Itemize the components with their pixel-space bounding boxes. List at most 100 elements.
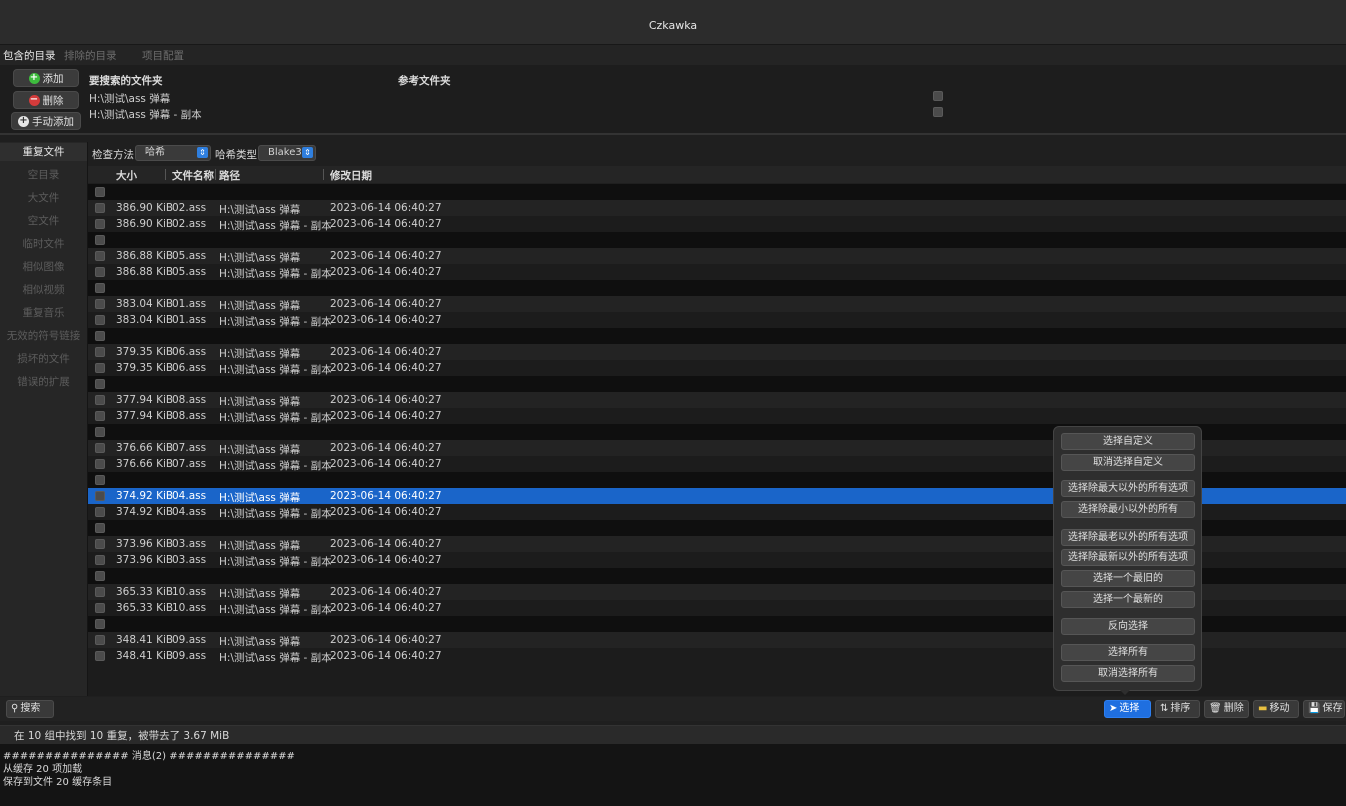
- sidebar-item-duplicate-files[interactable]: 重复文件: [0, 143, 87, 161]
- unselect-custom-button[interactable]: 取消选择自定义: [1061, 454, 1195, 471]
- row-checkbox[interactable]: [95, 651, 105, 661]
- group-checkbox[interactable]: [95, 427, 105, 437]
- row-checkbox[interactable]: [95, 507, 105, 517]
- row-checkbox[interactable]: [95, 363, 105, 373]
- row-checkbox[interactable]: [95, 411, 105, 421]
- cell-filename: 08.ass: [172, 394, 207, 406]
- group-checkbox[interactable]: [95, 475, 105, 485]
- message-log[interactable]: ############### 消息(2) ############### 从缓…: [0, 744, 1346, 806]
- select-button[interactable]: ➤ 选择: [1104, 700, 1151, 718]
- row-checkbox[interactable]: [95, 347, 105, 357]
- delete-button[interactable]: 🗑 删除: [1204, 700, 1249, 718]
- group-header-row[interactable]: [88, 328, 1346, 344]
- tab-item-config[interactable]: 项目配置: [142, 48, 184, 63]
- group-checkbox[interactable]: [95, 619, 105, 629]
- file-row[interactable]: 379.35 KiB 06.ass H:\测试\ass 弹幕 2023-06-14 0…: [88, 344, 1346, 360]
- select-one-newest-button[interactable]: 选择一个最新的: [1061, 591, 1195, 608]
- column-modified-date[interactable]: 修改日期: [330, 168, 372, 183]
- cell-path: H:\测试\ass 弹幕 - 副本: [219, 268, 332, 280]
- group-checkbox[interactable]: [95, 571, 105, 581]
- row-checkbox[interactable]: [95, 267, 105, 277]
- column-path[interactable]: 路径: [219, 168, 240, 183]
- sidebar-item-bad-extensions[interactable]: 错误的扩展: [0, 373, 87, 391]
- reference-checkbox[interactable]: [933, 91, 943, 101]
- remove-directory-button[interactable]: − 删除: [13, 91, 79, 109]
- check-method-dropdown[interactable]: 哈希 ⇕: [135, 145, 211, 161]
- hash-type-dropdown[interactable]: Blake3 ⇕: [258, 145, 316, 161]
- sidebar-item-temp-files[interactable]: 临时文件: [0, 235, 87, 253]
- group-header-row[interactable]: [88, 376, 1346, 392]
- column-filename[interactable]: 文件名称: [172, 168, 214, 183]
- reference-checkbox[interactable]: [933, 107, 943, 117]
- file-row[interactable]: 377.94 KiB 08.ass H:\测试\ass 弹幕 2023-06-14 0…: [88, 392, 1346, 408]
- sidebar-item-broken-files[interactable]: 损坏的文件: [0, 350, 87, 368]
- group-header-row[interactable]: [88, 280, 1346, 296]
- select-all-except-smallest-button[interactable]: 选择除最小以外的所有: [1061, 501, 1195, 518]
- file-row[interactable]: 379.35 KiB 06.ass H:\测试\ass 弹幕 - 副本 2023-06…: [88, 360, 1346, 376]
- select-all-except-biggest-button[interactable]: 选择除最大以外的所有选项: [1061, 480, 1195, 497]
- sidebar-item-big-files[interactable]: 大文件: [0, 189, 87, 207]
- cell-filename: 10.ass: [172, 602, 207, 614]
- group-checkbox[interactable]: [95, 283, 105, 293]
- file-row[interactable]: 377.94 KiB 08.ass H:\测试\ass 弹幕 - 副本 2023-06…: [88, 408, 1346, 424]
- cell-modified-date: 2023-06-14 06:40:27: [330, 634, 442, 646]
- sidebar-item-duplicate-music[interactable]: 重复音乐: [0, 304, 87, 322]
- row-checkbox[interactable]: [95, 603, 105, 613]
- reverse-selection-button[interactable]: 反向选择: [1061, 618, 1195, 635]
- row-checkbox[interactable]: [95, 203, 105, 213]
- cell-size: 365.33 KiB: [116, 602, 174, 614]
- column-size[interactable]: 大小: [116, 168, 137, 183]
- unselect-all-button[interactable]: 取消选择所有: [1061, 665, 1195, 682]
- directory-path[interactable]: H:\测试\ass 弹幕 - 副本: [89, 107, 202, 122]
- sidebar-item-empty-files[interactable]: 空文件: [0, 212, 87, 230]
- file-row[interactable]: 386.90 KiB 02.ass H:\测试\ass 弹幕 2023-06-14 0…: [88, 200, 1346, 216]
- group-checkbox[interactable]: [95, 379, 105, 389]
- status-text: 在 10 组中找到 10 重复，被带去了 3.67 MiB: [14, 730, 230, 742]
- sidebar-item-similar-videos[interactable]: 相似视频: [0, 281, 87, 299]
- row-checkbox[interactable]: [95, 491, 105, 501]
- file-row[interactable]: 383.04 KiB 01.ass H:\测试\ass 弹幕 2023-06-14 0…: [88, 296, 1346, 312]
- manual-add-button[interactable]: + 手动添加: [11, 112, 81, 130]
- row-checkbox[interactable]: [95, 635, 105, 645]
- row-checkbox[interactable]: [95, 555, 105, 565]
- add-directory-button[interactable]: + 添加: [13, 69, 79, 87]
- cell-path: H:\测试\ass 弹幕 - 副本: [219, 604, 332, 616]
- group-header-row[interactable]: [88, 232, 1346, 248]
- row-checkbox[interactable]: [95, 219, 105, 229]
- sidebar-item-invalid-symlinks[interactable]: 无效的符号链接: [0, 327, 87, 345]
- sidebar-item-similar-images[interactable]: 相似图像: [0, 258, 87, 276]
- row-checkbox[interactable]: [95, 395, 105, 405]
- save-button[interactable]: 💾 保存: [1303, 700, 1345, 718]
- row-checkbox[interactable]: [95, 587, 105, 597]
- group-checkbox[interactable]: [95, 523, 105, 533]
- floppy-icon: 💾: [1308, 703, 1321, 714]
- row-checkbox[interactable]: [95, 539, 105, 549]
- tab-excluded-dirs[interactable]: 排除的目录: [64, 48, 117, 63]
- directory-panel: + 添加 − 删除 + 手动添加 要搜索的文件夹 参考文件夹 H:\测试\ass…: [0, 65, 1346, 135]
- row-checkbox[interactable]: [95, 251, 105, 261]
- search-button[interactable]: ⚲ 搜索: [6, 700, 54, 718]
- select-one-oldest-button[interactable]: 选择一个最旧的: [1061, 570, 1195, 587]
- group-checkbox[interactable]: [95, 331, 105, 341]
- file-row[interactable]: 386.88 KiB 05.ass H:\测试\ass 弹幕 - 副本 2023-06…: [88, 264, 1346, 280]
- tab-included-dirs[interactable]: 包含的目录: [3, 48, 56, 63]
- group-checkbox[interactable]: [95, 187, 105, 197]
- row-checkbox[interactable]: [95, 315, 105, 325]
- group-checkbox[interactable]: [95, 235, 105, 245]
- file-row[interactable]: 386.90 KiB 02.ass H:\测试\ass 弹幕 - 副本 2023-06…: [88, 216, 1346, 232]
- directory-path[interactable]: H:\测试\ass 弹幕: [89, 91, 170, 106]
- select-all-button[interactable]: 选择所有: [1061, 644, 1195, 661]
- row-checkbox[interactable]: [95, 443, 105, 453]
- sidebar-item-empty-dirs[interactable]: 空目录: [0, 166, 87, 184]
- row-checkbox[interactable]: [95, 459, 105, 469]
- select-all-except-newest-button[interactable]: 选择除最新以外的所有选项: [1061, 549, 1195, 566]
- row-checkbox[interactable]: [95, 299, 105, 309]
- file-row[interactable]: 383.04 KiB 01.ass H:\测试\ass 弹幕 - 副本 2023-06…: [88, 312, 1346, 328]
- move-button[interactable]: ▬ 移动: [1253, 700, 1299, 718]
- cell-filename: 04.ass: [172, 506, 207, 518]
- group-header-row[interactable]: [88, 184, 1346, 200]
- select-custom-button[interactable]: 选择自定义: [1061, 433, 1195, 450]
- sort-button[interactable]: ⇅ 排序: [1155, 700, 1200, 718]
- select-all-except-oldest-button[interactable]: 选择除最老以外的所有选项: [1061, 529, 1195, 546]
- file-row[interactable]: 386.88 KiB 05.ass H:\测试\ass 弹幕 2023-06-14 0…: [88, 248, 1346, 264]
